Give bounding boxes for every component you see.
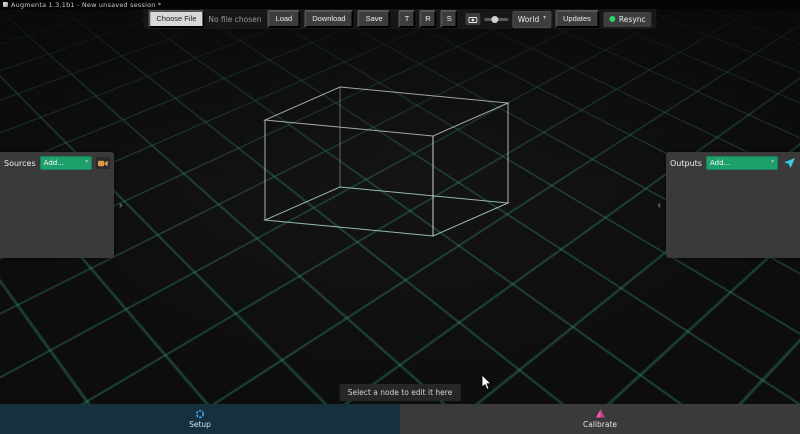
sources-collapse-chevron[interactable]: › bbox=[119, 200, 123, 211]
chevron-down-icon: ▾ bbox=[543, 15, 546, 22]
updates-button[interactable]: Updates bbox=[554, 10, 599, 28]
choose-file-button[interactable]: Choose File bbox=[148, 10, 205, 28]
tab-setup[interactable]: Setup bbox=[0, 404, 400, 434]
sources-panel-header: Sources Add... ▾ bbox=[0, 152, 114, 173]
main-toolbar: Choose File No file chosen Load Download… bbox=[143, 9, 657, 29]
view-slider[interactable] bbox=[484, 13, 509, 25]
rotate-mode-button[interactable]: R bbox=[419, 10, 437, 28]
outputs-add-value: Add... bbox=[709, 159, 731, 167]
online-status-dot-icon bbox=[608, 16, 615, 22]
download-button[interactable]: Download bbox=[304, 10, 354, 28]
space-select[interactable]: World ▾ bbox=[512, 10, 551, 28]
camera-icon bbox=[468, 16, 478, 23]
sources-add-value: Add... bbox=[43, 159, 64, 167]
outputs-panel-header: Outputs Add... ▾ bbox=[666, 152, 800, 173]
sources-panel-title: Sources bbox=[4, 158, 36, 168]
node-edit-hint: Select a node to edit it here bbox=[339, 384, 461, 401]
calibrate-icon bbox=[595, 409, 605, 418]
sources-add-select[interactable]: Add... ▾ bbox=[39, 156, 92, 170]
resync-button[interactable]: Resync bbox=[602, 11, 652, 27]
snapshot-button[interactable] bbox=[465, 13, 481, 25]
chevron-down-icon: ▾ bbox=[771, 159, 774, 166]
scale-mode-button[interactable]: S bbox=[440, 10, 458, 28]
resync-label: Resync bbox=[618, 14, 646, 24]
add-camera-button[interactable] bbox=[96, 157, 110, 169]
app-logo-icon bbox=[3, 2, 8, 7]
outputs-panel: Outputs Add... ▾ ‹ bbox=[657, 152, 800, 258]
file-status-text: No file chosen bbox=[208, 14, 262, 24]
setup-icon bbox=[195, 410, 205, 419]
outputs-add-select[interactable]: Add... ▾ bbox=[705, 156, 778, 170]
translate-mode-button[interactable]: T bbox=[398, 10, 416, 28]
outputs-collapse-chevron[interactable]: ‹ bbox=[657, 200, 661, 211]
mouse-cursor bbox=[481, 375, 492, 390]
chevron-down-icon: ▾ bbox=[85, 159, 88, 166]
tab-calibrate[interactable]: Calibrate bbox=[400, 404, 800, 434]
window-title: Augmenta 1.3.1b1 - New unsaved session * bbox=[11, 0, 162, 9]
outputs-panel-title: Outputs bbox=[670, 158, 702, 168]
sources-panel: Sources Add... ▾ › bbox=[0, 152, 123, 258]
slider-thumb[interactable] bbox=[491, 15, 499, 23]
add-output-button[interactable] bbox=[782, 157, 796, 169]
window-titlebar: Augmenta 1.3.1b1 - New unsaved session * bbox=[0, 0, 800, 9]
mode-tab-bar: Setup Calibrate bbox=[0, 404, 800, 434]
tab-setup-label: Setup bbox=[189, 420, 211, 430]
load-button[interactable]: Load bbox=[267, 10, 301, 28]
space-select-value: World bbox=[517, 14, 540, 24]
tab-calibrate-label: Calibrate bbox=[583, 420, 617, 430]
send-icon bbox=[783, 158, 795, 168]
video-camera-icon bbox=[98, 160, 108, 166]
save-button[interactable]: Save bbox=[357, 10, 391, 28]
